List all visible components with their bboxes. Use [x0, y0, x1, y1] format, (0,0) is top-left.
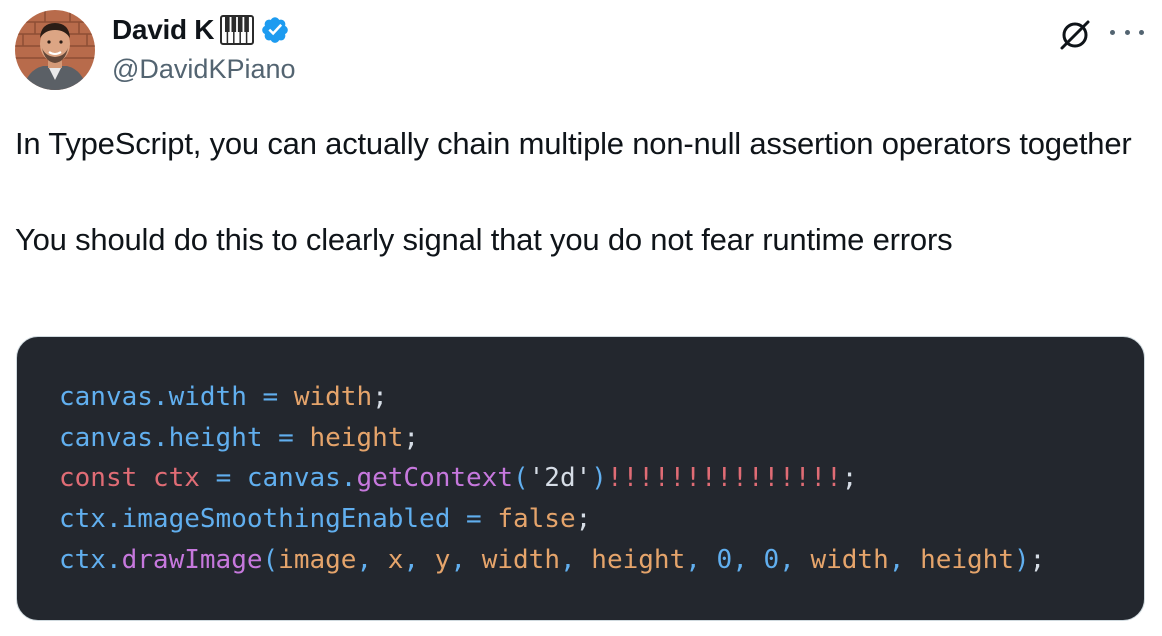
author-name-row: David K [112, 12, 290, 48]
more-dot [1110, 29, 1115, 35]
more-options-icon[interactable] [1110, 22, 1144, 42]
author-handle[interactable]: @DavidKPiano [112, 54, 296, 85]
code-line: ctx.drawImage(image, x, y, width, height… [59, 544, 1046, 575]
code-line: canvas.width = width; [59, 382, 388, 412]
verified-badge-icon[interactable] [260, 15, 290, 45]
code-line: canvas.height = height; [59, 422, 420, 453]
tweet-text: In TypeScript, you can actually chain mu… [15, 120, 1145, 263]
piano-keys-icon [220, 15, 255, 45]
author-avatar[interactable] [15, 10, 95, 90]
code-line: ctx.imageSmoothingEnabled = false; [59, 504, 592, 535]
more-dot [1124, 29, 1130, 35]
code-line: const ctx = canvas.getContext('2d')!!!!!… [59, 463, 858, 494]
more-dot [1139, 29, 1144, 35]
code-image[interactable]: canvas.width = width; canvas.height = hei… [16, 336, 1145, 621]
grok-icon[interactable] [1058, 18, 1092, 52]
tweet-paragraph-2: You should do this to clearly signal tha… [15, 222, 953, 257]
tweet-paragraph-1: In TypeScript, you can actually chain mu… [15, 126, 1132, 161]
code-block: canvas.width = width; canvas.height = hei… [59, 377, 1045, 580]
author-display-name[interactable]: David K [112, 14, 214, 46]
